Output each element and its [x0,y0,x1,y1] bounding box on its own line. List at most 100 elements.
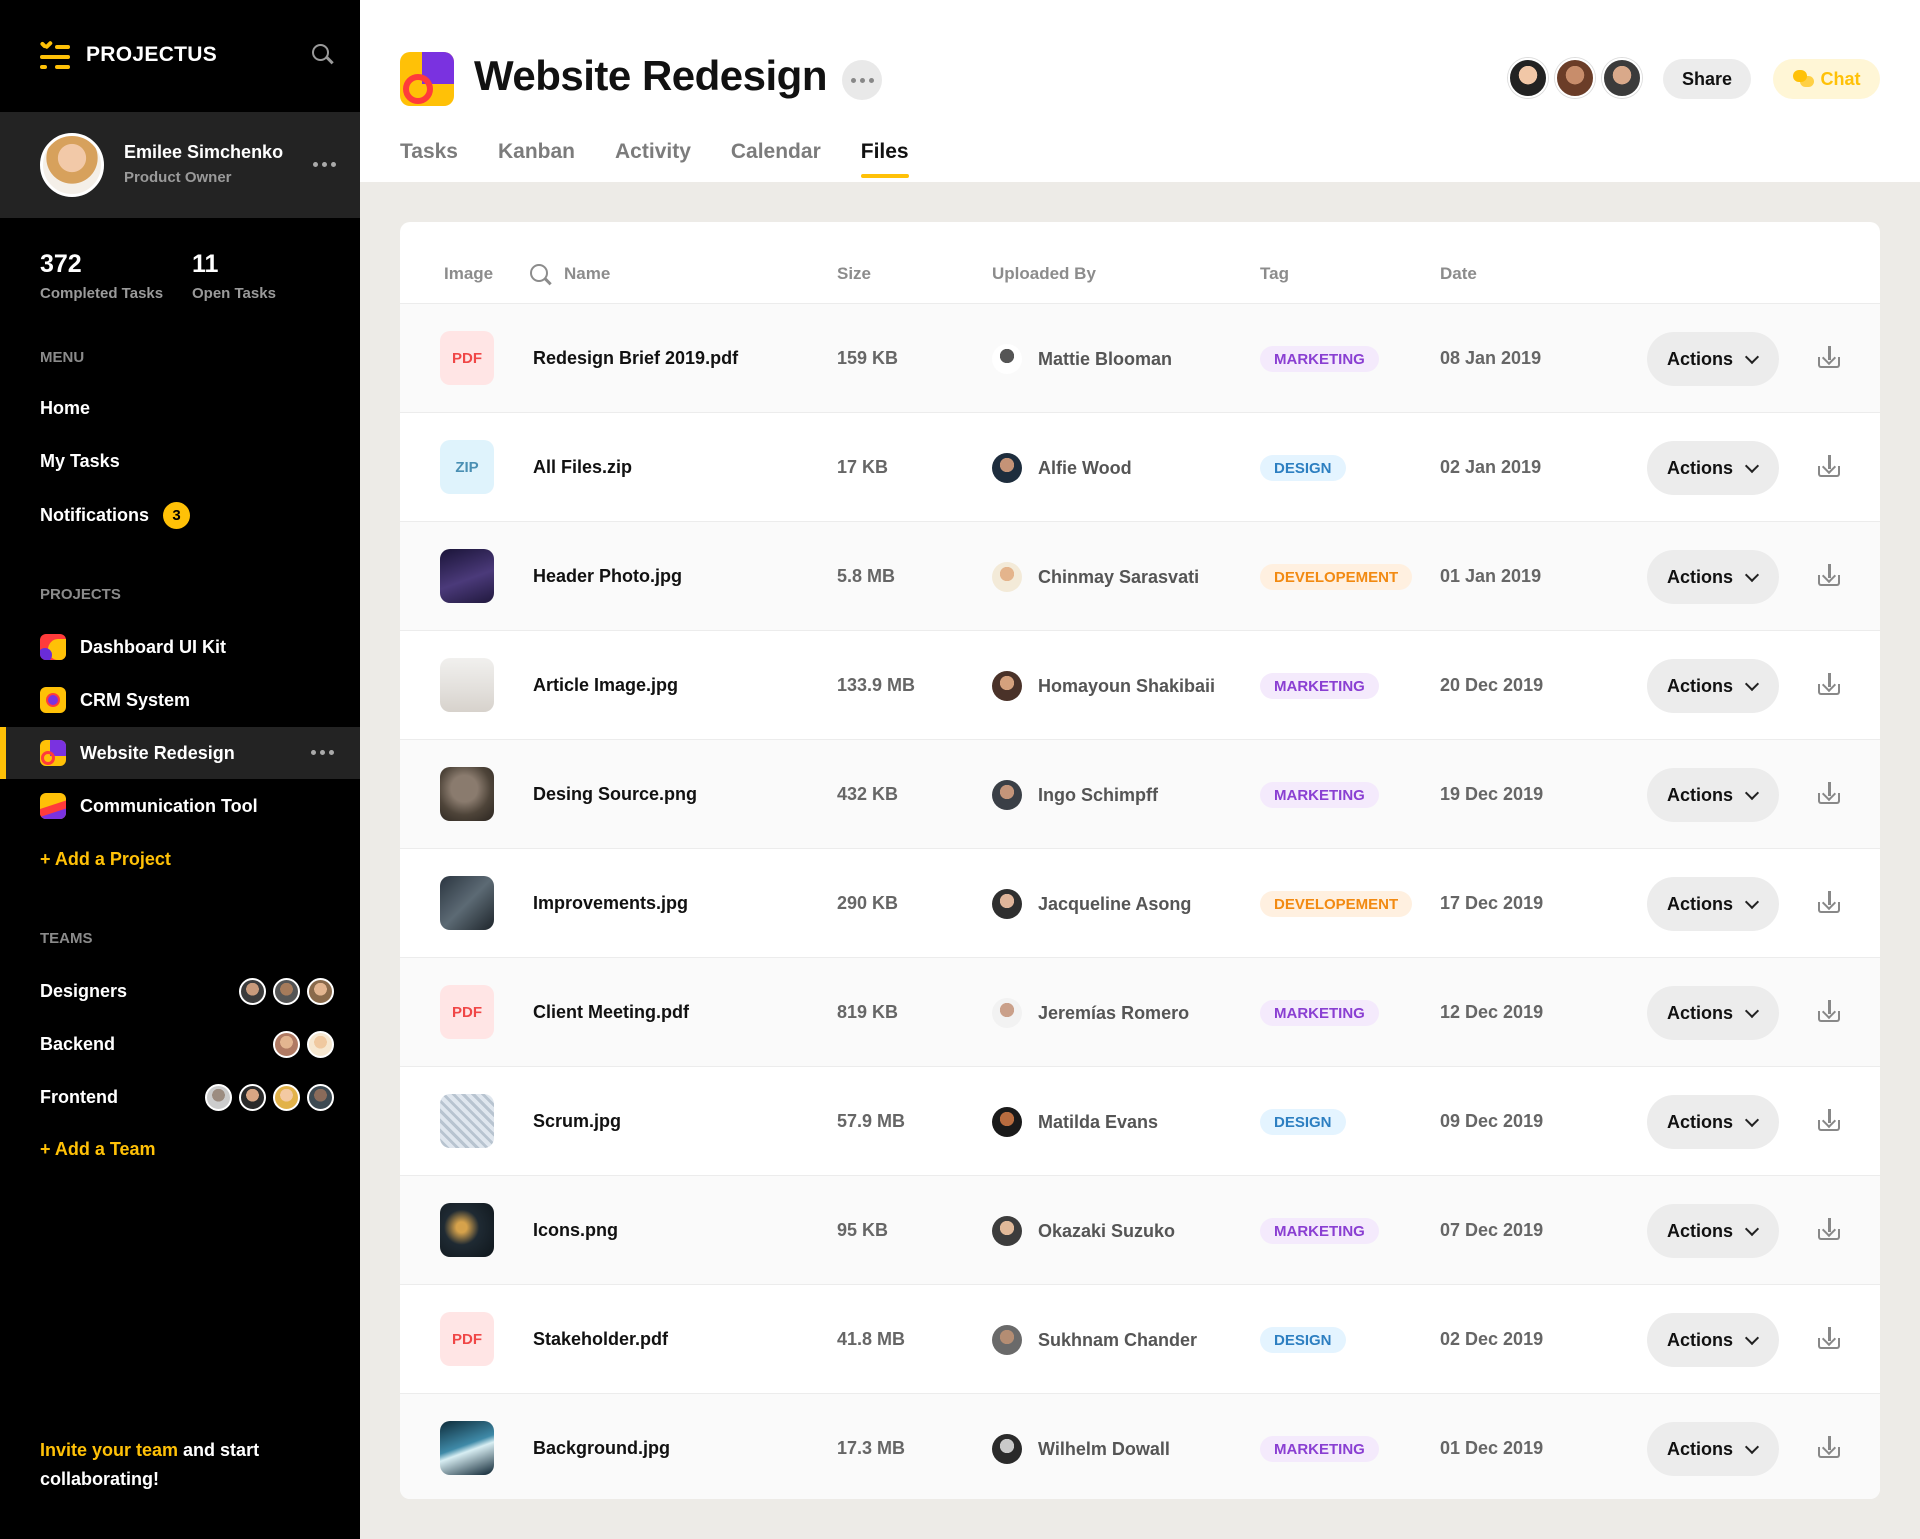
sidebar-project-crm-system[interactable]: CRM System [0,674,360,726]
user-more-icon[interactable] [313,162,336,167]
actions-button[interactable]: Actions [1647,441,1779,495]
download-icon[interactable] [1817,1327,1841,1351]
file-name[interactable]: Background.jpg [533,1438,670,1459]
file-size: 95 KB [837,1220,889,1240]
pdf-file-icon[interactable]: PDF [440,985,494,1039]
column-tag[interactable]: Tag [1260,264,1289,284]
actions-button[interactable]: Actions [1647,1095,1779,1149]
actions-button[interactable]: Actions [1647,1422,1779,1476]
actions-button[interactable]: Actions [1647,877,1779,931]
avatar [273,1030,300,1058]
table-row[interactable]: Article Image.jpg 133.9 MB Homayoun Shakib… [400,631,1880,740]
file-name[interactable]: Icons.png [533,1220,618,1241]
column-date[interactable]: Date [1440,264,1477,284]
table-row[interactable]: Header Photo.jpg 5.8 MB Chinmay Sarasvati D… [400,522,1880,631]
chevron-down-icon [1744,1330,1760,1345]
search-icon[interactable] [312,44,334,66]
file-name[interactable]: All Files.zip [533,457,632,478]
add-team-link[interactable]: + Add a Team [40,1139,156,1160]
file-thumbnail[interactable] [440,767,494,821]
uploader: Wilhelm Dowall [992,1434,1170,1464]
column-size[interactable]: Size [837,264,871,284]
search-icon[interactable] [530,264,552,286]
table-row[interactable]: Background.jpg 17.3 MB Wilhelm Dowall MARKE… [400,1394,1880,1499]
download-icon[interactable] [1817,564,1841,588]
pdf-file-icon[interactable]: PDF [440,1312,494,1366]
table-row[interactable]: PDF Client Meeting.pdf 819 KB Jeremías Rome… [400,958,1880,1067]
sidebar-team-designers[interactable]: Designers [40,976,334,1006]
sidebar-project-communication-tool[interactable]: Communication Tool [0,780,360,832]
actions-label: Actions [1667,457,1734,478]
chat-button[interactable]: Chat [1773,59,1880,99]
table-row[interactable]: PDF Stakeholder.pdf 41.8 MB Sukhnam Chander… [400,1285,1880,1394]
file-thumbnail[interactable] [440,1203,494,1257]
sidebar-item-home[interactable]: Home [40,398,90,419]
download-icon[interactable] [1817,891,1841,915]
invite-link[interactable]: Invite your team [40,1440,178,1460]
download-icon[interactable] [1817,455,1841,479]
sidebar-item-notifications[interactable]: Notifications 3 [40,502,191,529]
files-table: Image Name Size Uploaded By Tag Date PDF… [400,222,1880,1499]
table-row[interactable]: Scrum.jpg 57.9 MB Matilda Evans DESIGN 09 De… [400,1067,1880,1176]
file-name[interactable]: Client Meeting.pdf [533,1002,689,1023]
file-thumbnail[interactable] [440,1094,494,1148]
actions-button[interactable]: Actions [1647,659,1779,713]
zip-file-icon[interactable]: ZIP [440,440,494,494]
add-project-link[interactable]: + Add a Project [40,849,171,870]
file-name[interactable]: Stakeholder.pdf [533,1329,668,1350]
file-name[interactable]: Improvements.jpg [533,893,688,914]
tab-activity[interactable]: Activity [615,140,691,178]
pdf-file-icon[interactable]: PDF [440,331,494,385]
file-name[interactable]: Redesign Brief 2019.pdf [533,348,738,369]
sidebar-project-dashboard-ui-kit[interactable]: Dashboard UI Kit [0,621,360,673]
download-icon[interactable] [1817,782,1841,806]
tag-badge: MARKETING [1260,1218,1379,1244]
sidebar-item-my-tasks[interactable]: My Tasks [40,451,120,472]
download-icon[interactable] [1817,673,1841,697]
table-row[interactable]: Icons.png 95 KB Okazaki Suzuko MARKETING 07 … [400,1176,1880,1285]
file-thumbnail[interactable] [440,549,494,603]
avatar [992,780,1022,810]
download-icon[interactable] [1817,1000,1841,1024]
share-button[interactable]: Share [1663,59,1751,99]
column-name[interactable]: Name [564,264,610,284]
actions-button[interactable]: Actions [1647,1313,1779,1367]
download-icon[interactable] [1817,1436,1841,1460]
table-row[interactable]: Desing Source.png 432 KB Ingo Schimpff MARK… [400,740,1880,849]
file-name[interactable]: Header Photo.jpg [533,566,682,587]
user-card[interactable]: Emilee Simchenko Product Owner [0,112,360,218]
file-thumbnail[interactable] [440,1421,494,1475]
column-uploaded-by[interactable]: Uploaded By [992,264,1096,284]
actions-button[interactable]: Actions [1647,768,1779,822]
file-date: 02 Jan 2019 [1440,457,1542,477]
actions-button[interactable]: Actions [1647,986,1779,1040]
sidebar-team-frontend[interactable]: Frontend [40,1082,334,1112]
file-thumbnail[interactable] [440,658,494,712]
table-row[interactable]: ZIP All Files.zip 17 KB Alfie Wood DESIGN 02 … [400,413,1880,522]
file-thumbnail[interactable] [440,876,494,930]
tab-calendar[interactable]: Calendar [731,140,821,178]
actions-button[interactable]: Actions [1647,1204,1779,1258]
sidebar-team-backend[interactable]: Backend [40,1029,334,1059]
actions-label: Actions [1667,675,1734,696]
actions-button[interactable]: Actions [1647,550,1779,604]
file-size: 41.8 MB [837,1329,906,1349]
tab-tasks[interactable]: Tasks [400,140,458,178]
table-row[interactable]: Improvements.jpg 290 KB Jacqueline Asong DE… [400,849,1880,958]
tab-kanban[interactable]: Kanban [498,140,575,178]
brand[interactable]: PROJECTUS [39,40,217,70]
actions-button[interactable]: Actions [1647,332,1779,386]
file-name[interactable]: Article Image.jpg [533,675,678,696]
file-name[interactable]: Desing Source.png [533,784,697,805]
tab-files[interactable]: Files [860,140,909,178]
table-row[interactable]: PDF Redesign Brief 2019.pdf 159 KB Mattie B… [400,304,1880,413]
download-icon[interactable] [1817,346,1841,370]
stat-label: Open Tasks [192,285,276,302]
project-more-icon[interactable] [311,750,334,755]
member-avatars[interactable] [1508,58,1642,98]
download-icon[interactable] [1817,1218,1841,1242]
download-icon[interactable] [1817,1109,1841,1133]
title-more-icon[interactable] [842,60,882,100]
sidebar-project-website-redesign[interactable]: Website Redesign [0,727,360,779]
file-name[interactable]: Scrum.jpg [533,1111,621,1132]
